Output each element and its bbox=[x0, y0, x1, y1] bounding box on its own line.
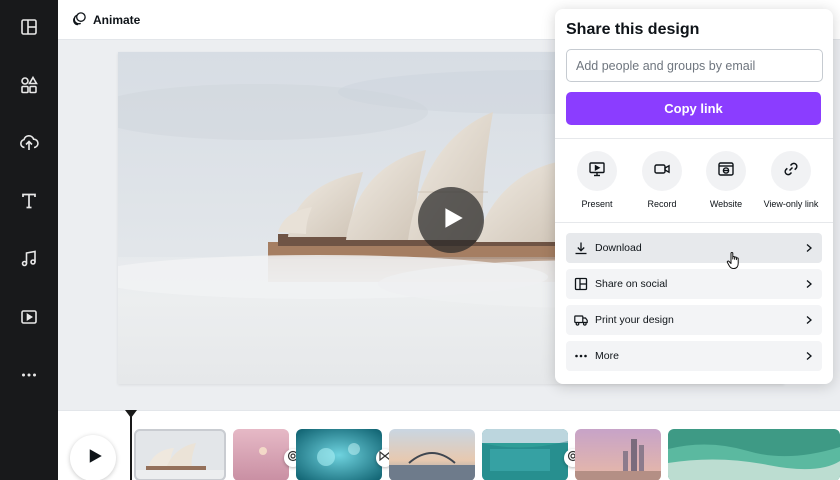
timeline-clip-4[interactable] bbox=[389, 429, 475, 480]
more-dots-icon bbox=[574, 349, 588, 363]
download-icon bbox=[574, 241, 588, 255]
view-only-link-button[interactable]: View-only link bbox=[760, 151, 822, 209]
video-icon bbox=[19, 307, 39, 332]
record-button[interactable]: Record bbox=[631, 151, 693, 209]
email-input[interactable] bbox=[566, 49, 823, 82]
hand-cursor-icon bbox=[726, 251, 739, 269]
share-panel: Share this design Copy link Present Reco… bbox=[555, 9, 833, 384]
share-title: Share this design bbox=[566, 21, 700, 38]
download-option[interactable]: Download bbox=[566, 233, 822, 263]
play-icon bbox=[83, 447, 104, 470]
uploads-button[interactable] bbox=[0, 125, 58, 165]
video-play-button[interactable] bbox=[418, 187, 484, 253]
playhead-knob-icon[interactable] bbox=[124, 409, 138, 419]
more-apps-button[interactable] bbox=[0, 357, 58, 397]
share-on-social-label: Share on social bbox=[595, 278, 668, 290]
timeline-clip-2[interactable] bbox=[233, 429, 289, 480]
audio-icon bbox=[19, 249, 39, 274]
present-circle[interactable] bbox=[577, 151, 617, 191]
more-icon bbox=[19, 365, 39, 390]
chevron-right-icon bbox=[806, 244, 812, 252]
view-only-link-circle[interactable] bbox=[771, 151, 811, 191]
chevron-right-icon bbox=[806, 280, 812, 288]
present-button[interactable]: Present bbox=[566, 151, 628, 209]
timeline-clip-5[interactable] bbox=[482, 429, 568, 480]
view-only-link-label: View-only link bbox=[763, 199, 819, 209]
website-circle[interactable] bbox=[706, 151, 746, 191]
video-button[interactable] bbox=[0, 299, 58, 339]
animate-icon bbox=[72, 11, 87, 29]
text-icon bbox=[19, 191, 39, 216]
social-icon bbox=[574, 277, 588, 291]
timeline-clip-7[interactable] bbox=[668, 429, 840, 480]
animate-button[interactable]: Animate bbox=[66, 8, 146, 32]
text-button[interactable] bbox=[0, 183, 58, 223]
website-label: Website bbox=[709, 199, 743, 209]
record-icon bbox=[653, 160, 671, 183]
playhead[interactable] bbox=[130, 411, 132, 480]
play-icon bbox=[436, 205, 466, 236]
more-option[interactable]: More bbox=[566, 341, 822, 371]
record-label: Record bbox=[647, 199, 677, 209]
copy-link-button[interactable]: Copy link bbox=[566, 92, 821, 125]
timeline-play-button[interactable] bbox=[70, 435, 116, 480]
elements-button[interactable] bbox=[0, 67, 58, 107]
present-icon bbox=[588, 160, 606, 183]
layout-button[interactable] bbox=[0, 9, 58, 49]
record-circle[interactable] bbox=[642, 151, 682, 191]
link-icon bbox=[782, 160, 800, 183]
timeline-clip-1[interactable] bbox=[134, 429, 226, 480]
website-icon bbox=[717, 160, 735, 183]
layout-icon bbox=[19, 17, 39, 42]
download-label: Download bbox=[595, 242, 642, 254]
divider bbox=[555, 138, 833, 139]
more-label: More bbox=[595, 350, 619, 362]
chevron-right-icon bbox=[806, 316, 812, 324]
audio-button[interactable] bbox=[0, 241, 58, 281]
share-on-social-option[interactable]: Share on social bbox=[566, 269, 822, 299]
upload-icon bbox=[19, 133, 39, 158]
elements-icon bbox=[19, 75, 39, 100]
timeline bbox=[58, 410, 840, 480]
present-label: Present bbox=[581, 199, 613, 209]
timeline-clip-3[interactable] bbox=[296, 429, 382, 480]
animate-label: Animate bbox=[93, 13, 141, 27]
left-sidebar bbox=[0, 0, 58, 480]
chevron-right-icon bbox=[806, 352, 812, 360]
print-your-design-option[interactable]: Print your design bbox=[566, 305, 822, 335]
truck-icon bbox=[574, 313, 588, 327]
print-your-design-label: Print your design bbox=[595, 314, 674, 326]
timeline-clip-6[interactable] bbox=[575, 429, 661, 480]
divider bbox=[555, 222, 833, 223]
website-button[interactable]: Website bbox=[695, 151, 757, 209]
